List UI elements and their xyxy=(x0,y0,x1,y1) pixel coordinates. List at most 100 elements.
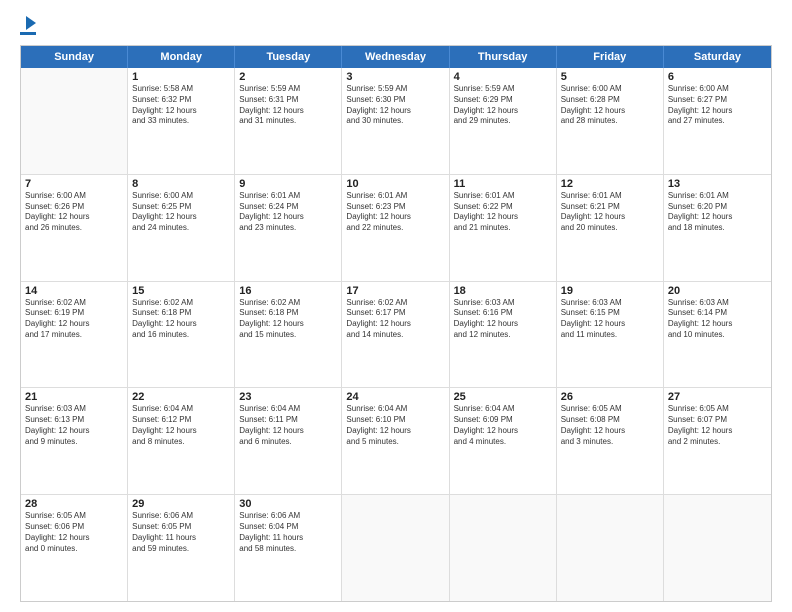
day-number: 12 xyxy=(561,178,659,190)
day-number: 19 xyxy=(561,285,659,297)
calendar-row-4: 28Sunrise: 6:05 AMSunset: 6:06 PMDayligh… xyxy=(21,495,771,601)
day-number: 16 xyxy=(239,285,337,297)
calendar-cell-empty xyxy=(557,495,664,601)
day-number: 22 xyxy=(132,391,230,403)
calendar-cell-day-11: 11Sunrise: 6:01 AMSunset: 6:22 PMDayligh… xyxy=(450,175,557,281)
calendar-cell-day-1: 1Sunrise: 5:58 AMSunset: 6:32 PMDaylight… xyxy=(128,68,235,174)
calendar-cell-day-27: 27Sunrise: 6:05 AMSunset: 6:07 PMDayligh… xyxy=(664,388,771,494)
page: SundayMondayTuesdayWednesdayThursdayFrid… xyxy=(0,0,792,612)
calendar-cell-empty xyxy=(664,495,771,601)
cell-info: Sunrise: 5:59 AMSunset: 6:29 PMDaylight:… xyxy=(454,84,552,127)
calendar-header: SundayMondayTuesdayWednesdayThursdayFrid… xyxy=(21,46,771,68)
calendar-row-0: 1Sunrise: 5:58 AMSunset: 6:32 PMDaylight… xyxy=(21,68,771,175)
calendar-cell-day-10: 10Sunrise: 6:01 AMSunset: 6:23 PMDayligh… xyxy=(342,175,449,281)
calendar-cell-day-19: 19Sunrise: 6:03 AMSunset: 6:15 PMDayligh… xyxy=(557,282,664,388)
day-number: 26 xyxy=(561,391,659,403)
cell-info: Sunrise: 6:00 AMSunset: 6:26 PMDaylight:… xyxy=(25,191,123,234)
cell-info: Sunrise: 6:03 AMSunset: 6:13 PMDaylight:… xyxy=(25,404,123,447)
cell-info: Sunrise: 6:00 AMSunset: 6:25 PMDaylight:… xyxy=(132,191,230,234)
day-number: 8 xyxy=(132,178,230,190)
cell-info: Sunrise: 5:59 AMSunset: 6:31 PMDaylight:… xyxy=(239,84,337,127)
cell-info: Sunrise: 6:04 AMSunset: 6:10 PMDaylight:… xyxy=(346,404,444,447)
logo-arrow-icon xyxy=(26,16,36,30)
day-number: 6 xyxy=(668,71,767,83)
day-number: 21 xyxy=(25,391,123,403)
calendar-cell-day-29: 29Sunrise: 6:06 AMSunset: 6:05 PMDayligh… xyxy=(128,495,235,601)
day-number: 24 xyxy=(346,391,444,403)
cell-info: Sunrise: 6:05 AMSunset: 6:07 PMDaylight:… xyxy=(668,404,767,447)
calendar-cell-day-5: 5Sunrise: 6:00 AMSunset: 6:28 PMDaylight… xyxy=(557,68,664,174)
cell-info: Sunrise: 6:04 AMSunset: 6:12 PMDaylight:… xyxy=(132,404,230,447)
calendar-row-2: 14Sunrise: 6:02 AMSunset: 6:19 PMDayligh… xyxy=(21,282,771,389)
calendar-cell-day-20: 20Sunrise: 6:03 AMSunset: 6:14 PMDayligh… xyxy=(664,282,771,388)
day-number: 23 xyxy=(239,391,337,403)
day-number: 7 xyxy=(25,178,123,190)
header-day-wednesday: Wednesday xyxy=(342,46,449,68)
calendar-cell-day-13: 13Sunrise: 6:01 AMSunset: 6:20 PMDayligh… xyxy=(664,175,771,281)
day-number: 17 xyxy=(346,285,444,297)
calendar-cell-day-23: 23Sunrise: 6:04 AMSunset: 6:11 PMDayligh… xyxy=(235,388,342,494)
cell-info: Sunrise: 6:05 AMSunset: 6:06 PMDaylight:… xyxy=(25,511,123,554)
calendar-cell-day-16: 16Sunrise: 6:02 AMSunset: 6:18 PMDayligh… xyxy=(235,282,342,388)
cell-info: Sunrise: 6:05 AMSunset: 6:08 PMDaylight:… xyxy=(561,404,659,447)
day-number: 27 xyxy=(668,391,767,403)
calendar-cell-day-4: 4Sunrise: 5:59 AMSunset: 6:29 PMDaylight… xyxy=(450,68,557,174)
day-number: 13 xyxy=(668,178,767,190)
day-number: 1 xyxy=(132,71,230,83)
calendar-cell-day-14: 14Sunrise: 6:02 AMSunset: 6:19 PMDayligh… xyxy=(21,282,128,388)
calendar-cell-day-25: 25Sunrise: 6:04 AMSunset: 6:09 PMDayligh… xyxy=(450,388,557,494)
header-day-sunday: Sunday xyxy=(21,46,128,68)
cell-info: Sunrise: 6:04 AMSunset: 6:11 PMDaylight:… xyxy=(239,404,337,447)
calendar-cell-day-22: 22Sunrise: 6:04 AMSunset: 6:12 PMDayligh… xyxy=(128,388,235,494)
calendar-cell-day-3: 3Sunrise: 5:59 AMSunset: 6:30 PMDaylight… xyxy=(342,68,449,174)
day-number: 10 xyxy=(346,178,444,190)
day-number: 15 xyxy=(132,285,230,297)
header-day-saturday: Saturday xyxy=(664,46,771,68)
calendar-cell-empty xyxy=(450,495,557,601)
header xyxy=(20,18,772,35)
cell-info: Sunrise: 6:03 AMSunset: 6:16 PMDaylight:… xyxy=(454,298,552,341)
day-number: 11 xyxy=(454,178,552,190)
header-day-thursday: Thursday xyxy=(450,46,557,68)
cell-info: Sunrise: 6:01 AMSunset: 6:21 PMDaylight:… xyxy=(561,191,659,234)
calendar-cell-day-30: 30Sunrise: 6:06 AMSunset: 6:04 PMDayligh… xyxy=(235,495,342,601)
day-number: 14 xyxy=(25,285,123,297)
calendar: SundayMondayTuesdayWednesdayThursdayFrid… xyxy=(20,45,772,602)
cell-info: Sunrise: 6:01 AMSunset: 6:23 PMDaylight:… xyxy=(346,191,444,234)
cell-info: Sunrise: 6:04 AMSunset: 6:09 PMDaylight:… xyxy=(454,404,552,447)
cell-info: Sunrise: 6:02 AMSunset: 6:17 PMDaylight:… xyxy=(346,298,444,341)
day-number: 9 xyxy=(239,178,337,190)
header-day-monday: Monday xyxy=(128,46,235,68)
cell-info: Sunrise: 6:02 AMSunset: 6:19 PMDaylight:… xyxy=(25,298,123,341)
calendar-cell-day-9: 9Sunrise: 6:01 AMSunset: 6:24 PMDaylight… xyxy=(235,175,342,281)
cell-info: Sunrise: 6:03 AMSunset: 6:15 PMDaylight:… xyxy=(561,298,659,341)
calendar-cell-day-17: 17Sunrise: 6:02 AMSunset: 6:17 PMDayligh… xyxy=(342,282,449,388)
calendar-row-3: 21Sunrise: 6:03 AMSunset: 6:13 PMDayligh… xyxy=(21,388,771,495)
logo-underline xyxy=(20,32,36,35)
calendar-cell-day-28: 28Sunrise: 6:05 AMSunset: 6:06 PMDayligh… xyxy=(21,495,128,601)
day-number: 29 xyxy=(132,498,230,510)
calendar-cell-day-6: 6Sunrise: 6:00 AMSunset: 6:27 PMDaylight… xyxy=(664,68,771,174)
calendar-cell-day-24: 24Sunrise: 6:04 AMSunset: 6:10 PMDayligh… xyxy=(342,388,449,494)
calendar-cell-day-2: 2Sunrise: 5:59 AMSunset: 6:31 PMDaylight… xyxy=(235,68,342,174)
calendar-cell-day-12: 12Sunrise: 6:01 AMSunset: 6:21 PMDayligh… xyxy=(557,175,664,281)
calendar-cell-empty xyxy=(342,495,449,601)
day-number: 2 xyxy=(239,71,337,83)
cell-info: Sunrise: 6:01 AMSunset: 6:20 PMDaylight:… xyxy=(668,191,767,234)
header-day-tuesday: Tuesday xyxy=(235,46,342,68)
cell-info: Sunrise: 6:03 AMSunset: 6:14 PMDaylight:… xyxy=(668,298,767,341)
cell-info: Sunrise: 6:02 AMSunset: 6:18 PMDaylight:… xyxy=(132,298,230,341)
header-day-friday: Friday xyxy=(557,46,664,68)
calendar-cell-day-7: 7Sunrise: 6:00 AMSunset: 6:26 PMDaylight… xyxy=(21,175,128,281)
calendar-cell-day-21: 21Sunrise: 6:03 AMSunset: 6:13 PMDayligh… xyxy=(21,388,128,494)
logo xyxy=(20,18,36,35)
cell-info: Sunrise: 6:01 AMSunset: 6:24 PMDaylight:… xyxy=(239,191,337,234)
cell-info: Sunrise: 6:06 AMSunset: 6:05 PMDaylight:… xyxy=(132,511,230,554)
cell-info: Sunrise: 5:58 AMSunset: 6:32 PMDaylight:… xyxy=(132,84,230,127)
cell-info: Sunrise: 6:02 AMSunset: 6:18 PMDaylight:… xyxy=(239,298,337,341)
calendar-cell-empty xyxy=(21,68,128,174)
cell-info: Sunrise: 5:59 AMSunset: 6:30 PMDaylight:… xyxy=(346,84,444,127)
day-number: 20 xyxy=(668,285,767,297)
day-number: 28 xyxy=(25,498,123,510)
day-number: 5 xyxy=(561,71,659,83)
